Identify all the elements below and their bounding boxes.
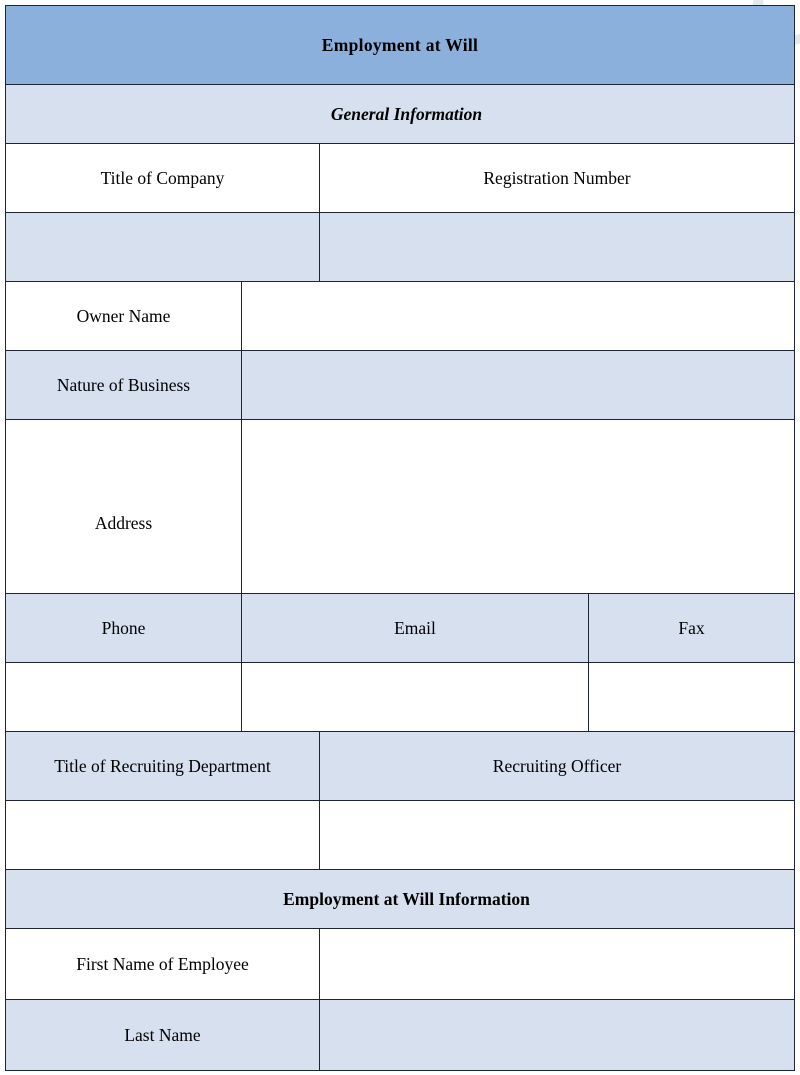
input-nature-of-business[interactable] <box>240 350 796 420</box>
input-row-company <box>5 212 796 282</box>
label-address: Address <box>5 419 242 594</box>
row-nature-of-business: Nature of Business <box>5 350 796 420</box>
label-last-name: Last Name <box>5 999 320 1071</box>
page-title: Employment at Will <box>4 5 796 85</box>
row-first-name-of-employee: First Name of Employee <box>5 928 796 1000</box>
input-registration-number[interactable] <box>318 212 796 282</box>
form-title-row: Employment at Will <box>4 5 796 85</box>
label-nature-of-business: Nature of Business <box>5 350 242 420</box>
section-header-row-eaw: Employment at Will Information <box>4 869 796 929</box>
input-address[interactable] <box>240 419 796 594</box>
label-recruiting-officer: Recruiting Officer <box>318 731 796 801</box>
label-row-recruiting: Title of Recruiting Department Recruitin… <box>5 731 796 801</box>
label-registration-number: Registration Number <box>318 143 796 213</box>
input-row-recruiting <box>5 800 796 870</box>
row-last-name: Last Name <box>5 999 796 1071</box>
label-row-contact: Phone Email Fax <box>5 593 796 663</box>
label-fax: Fax <box>587 593 796 663</box>
label-owner-name: Owner Name <box>5 281 242 351</box>
input-row-contact <box>5 662 796 732</box>
input-first-name-of-employee[interactable] <box>318 928 796 1000</box>
input-title-of-company[interactable] <box>5 212 320 282</box>
section-heading-general-information: General Information <box>4 84 796 144</box>
input-title-of-recruiting-department[interactable] <box>5 800 320 870</box>
row-owner-name: Owner Name <box>5 281 796 351</box>
input-email[interactable] <box>241 662 589 732</box>
input-phone[interactable] <box>5 662 242 732</box>
label-phone: Phone <box>5 593 242 663</box>
form-table: Employment at Will General Information T… <box>4 5 796 1071</box>
section-header-row-general: General Information <box>4 84 796 144</box>
input-last-name[interactable] <box>318 999 796 1071</box>
employment-at-will-form: Employment at Will General Information T… <box>4 5 796 1071</box>
label-row-company: Title of Company Registration Number <box>5 143 796 213</box>
input-owner-name[interactable] <box>240 281 796 351</box>
label-first-name-of-employee: First Name of Employee <box>5 928 320 1000</box>
label-email: Email <box>241 593 589 663</box>
input-recruiting-officer[interactable] <box>318 800 796 870</box>
section-heading-employment-at-will-information: Employment at Will Information <box>4 869 796 929</box>
row-address: Address <box>5 419 796 594</box>
label-title-of-company: Title of Company <box>5 143 320 213</box>
label-title-of-recruiting-department: Title of Recruiting Department <box>5 731 320 801</box>
input-fax[interactable] <box>587 662 796 732</box>
